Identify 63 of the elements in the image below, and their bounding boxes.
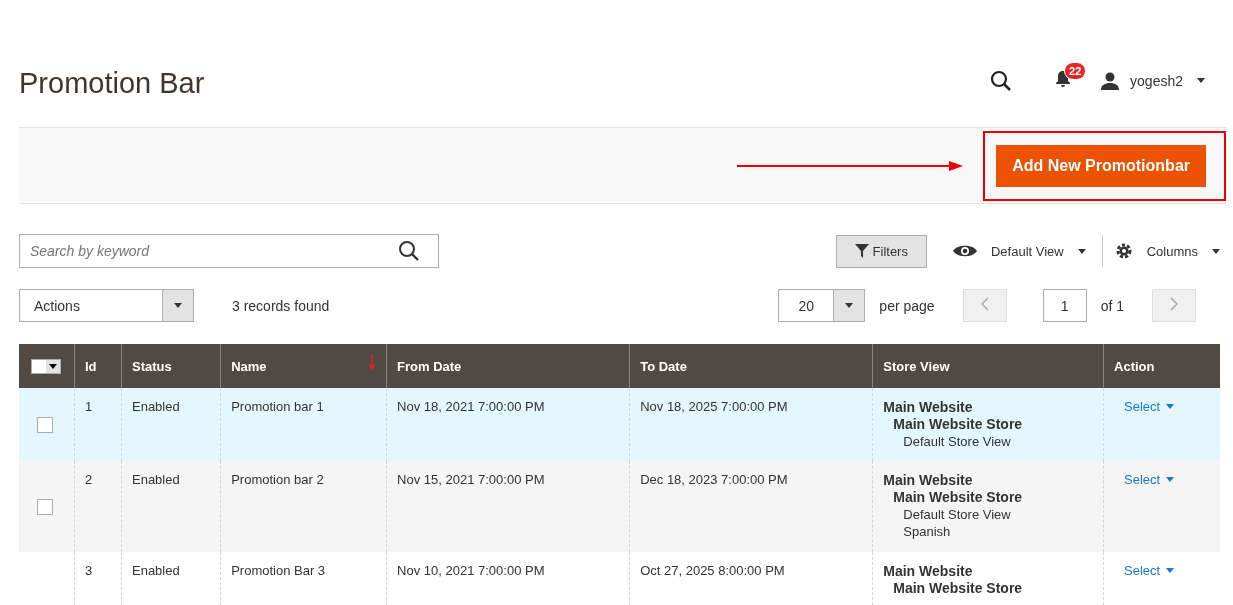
store-view-name: Default Store View (902, 433, 1012, 450)
user-icon (1100, 71, 1121, 90)
table-cell: 1 (85, 399, 93, 414)
table-cell: Enabled (132, 563, 180, 578)
table-cell: Promotion bar 2 (231, 472, 324, 487)
select-action-link[interactable]: Select (1124, 563, 1175, 578)
notification-count: 22 (1064, 61, 1087, 80)
select-action-link[interactable]: Select (1124, 472, 1175, 487)
table-cell: Nov 15, 2021 7:00:00 PM (397, 472, 545, 487)
website-name: Main Website (883, 563, 974, 580)
table-cell: Enabled (132, 399, 180, 414)
column-header[interactable]: Status (121, 344, 221, 388)
table-cell: Dec 18, 2023 7:00:00 PM (640, 472, 788, 487)
column-header[interactable]: From Date (386, 344, 630, 388)
filters-button[interactable]: Filters (835, 234, 927, 268)
sort-arrow-icon (368, 354, 377, 373)
store-view-name: Spanish (902, 523, 952, 540)
select-action-link[interactable]: Select (1124, 399, 1175, 414)
gear-icon (1114, 242, 1133, 260)
table-cell: Enabled (132, 472, 180, 487)
funnel-icon (854, 244, 869, 258)
records-count: 3 records found (232, 297, 330, 314)
table-cell: Nov 10, 2021 7:00:00 PM (397, 563, 545, 578)
table-cell: 2 (85, 472, 93, 487)
table-cell: 3 (85, 563, 93, 578)
store-name: Main Website Store (892, 580, 1024, 597)
table-cell: Promotion Bar 3 (231, 563, 326, 578)
columns-dropdown[interactable]: Columns (1146, 243, 1198, 259)
caret-icon (1197, 78, 1205, 83)
table-cell: Nov 18, 2021 7:00:00 PM (397, 399, 545, 414)
store-name: Main Website Store (892, 416, 1024, 433)
store-name: Main Website Store (892, 489, 1024, 506)
page-title: Promotion Bar (19, 67, 205, 100)
caret-icon (1077, 248, 1086, 254)
add-new-button[interactable]: Add New Promotionbar (996, 144, 1206, 187)
store-view-name: Default Store View (902, 506, 1012, 523)
column-header[interactable]: Action (1103, 344, 1220, 388)
mass-select-control[interactable] (31, 359, 61, 375)
page-total: of 1 (1100, 297, 1124, 314)
user-menu[interactable]: yogesh2 (1130, 72, 1183, 89)
chevron-right-icon (1170, 297, 1178, 311)
page-number-field[interactable]: 1 (1042, 289, 1087, 322)
table-cell: Oct 27, 2025 8:00:00 PM (640, 563, 785, 578)
row-checkbox[interactable] (37, 416, 53, 433)
view-dropdown[interactable]: Default View (990, 243, 1064, 259)
chevron-left-icon (980, 297, 989, 311)
website-name: Main Website (883, 399, 974, 416)
actions-dropdown[interactable]: Actions (19, 289, 194, 322)
eye-icon (952, 244, 977, 258)
column-header[interactable]: Store View (872, 344, 1104, 388)
search-icon[interactable] (990, 69, 1013, 92)
column-header[interactable]: Name (220, 344, 387, 388)
column-header[interactable]: Id (74, 344, 122, 388)
caret-icon (1212, 248, 1220, 254)
column-header[interactable]: To Date (629, 344, 873, 388)
per-page-label: per page (879, 297, 935, 314)
table-cell: Promotion bar 1 (231, 399, 324, 414)
table-cell: Nov 18, 2025 7:00:00 PM (640, 399, 788, 414)
row-checkbox[interactable] (37, 498, 53, 515)
website-name: Main Website (883, 472, 974, 489)
search-icon[interactable] (398, 240, 420, 262)
per-page-dropdown[interactable]: 20 (778, 289, 866, 322)
search-field[interactable]: Search by keyword (19, 234, 439, 268)
